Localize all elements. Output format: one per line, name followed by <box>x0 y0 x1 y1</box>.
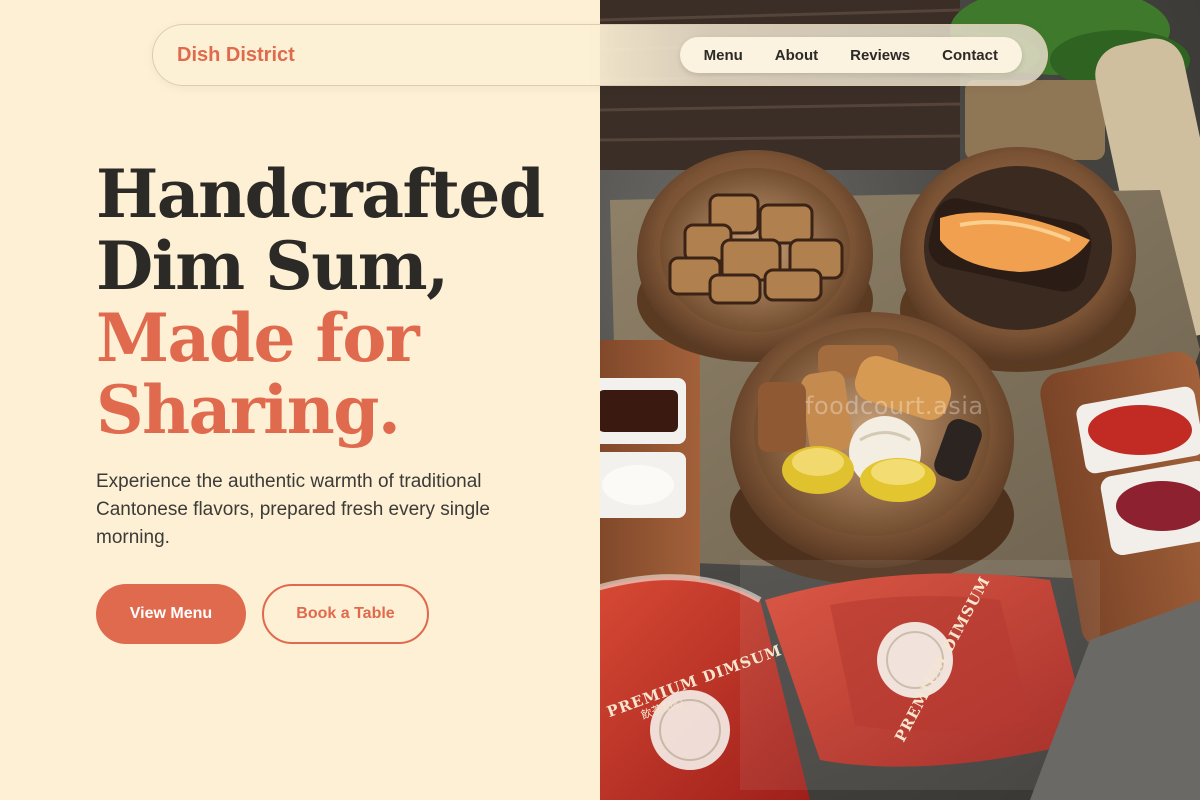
nav-link-about[interactable]: About <box>775 47 818 64</box>
headline-accent-line: Sharing. <box>96 371 401 449</box>
headline-line: Handcrafted <box>96 155 545 233</box>
navbar: Dish District Menu About Reviews Contact <box>152 24 1048 86</box>
headline-accent-line: Made for <box>96 299 420 377</box>
brand-logo[interactable]: Dish District <box>177 25 295 85</box>
view-menu-button[interactable]: View Menu <box>96 584 246 644</box>
nav-link-reviews[interactable]: Reviews <box>850 47 910 64</box>
hero-photo: foodcourt.asia PREMIUM DIMSUM 飲茶點心 PREMI… <box>600 0 1200 800</box>
hero-description: Experience the authentic warmth of tradi… <box>96 471 490 548</box>
book-table-button[interactable]: Book a Table <box>262 584 429 644</box>
nav-link-menu[interactable]: Menu <box>704 47 743 64</box>
hero-headline: Handcrafted Dim Sum, Made for Sharing. <box>96 155 545 449</box>
photo-watermark: foodcourt.asia <box>805 392 984 420</box>
headline-line: Dim Sum, <box>96 227 449 305</box>
nav-links: Menu About Reviews Contact <box>679 37 1022 73</box>
nav-link-contact[interactable]: Contact <box>942 47 998 64</box>
